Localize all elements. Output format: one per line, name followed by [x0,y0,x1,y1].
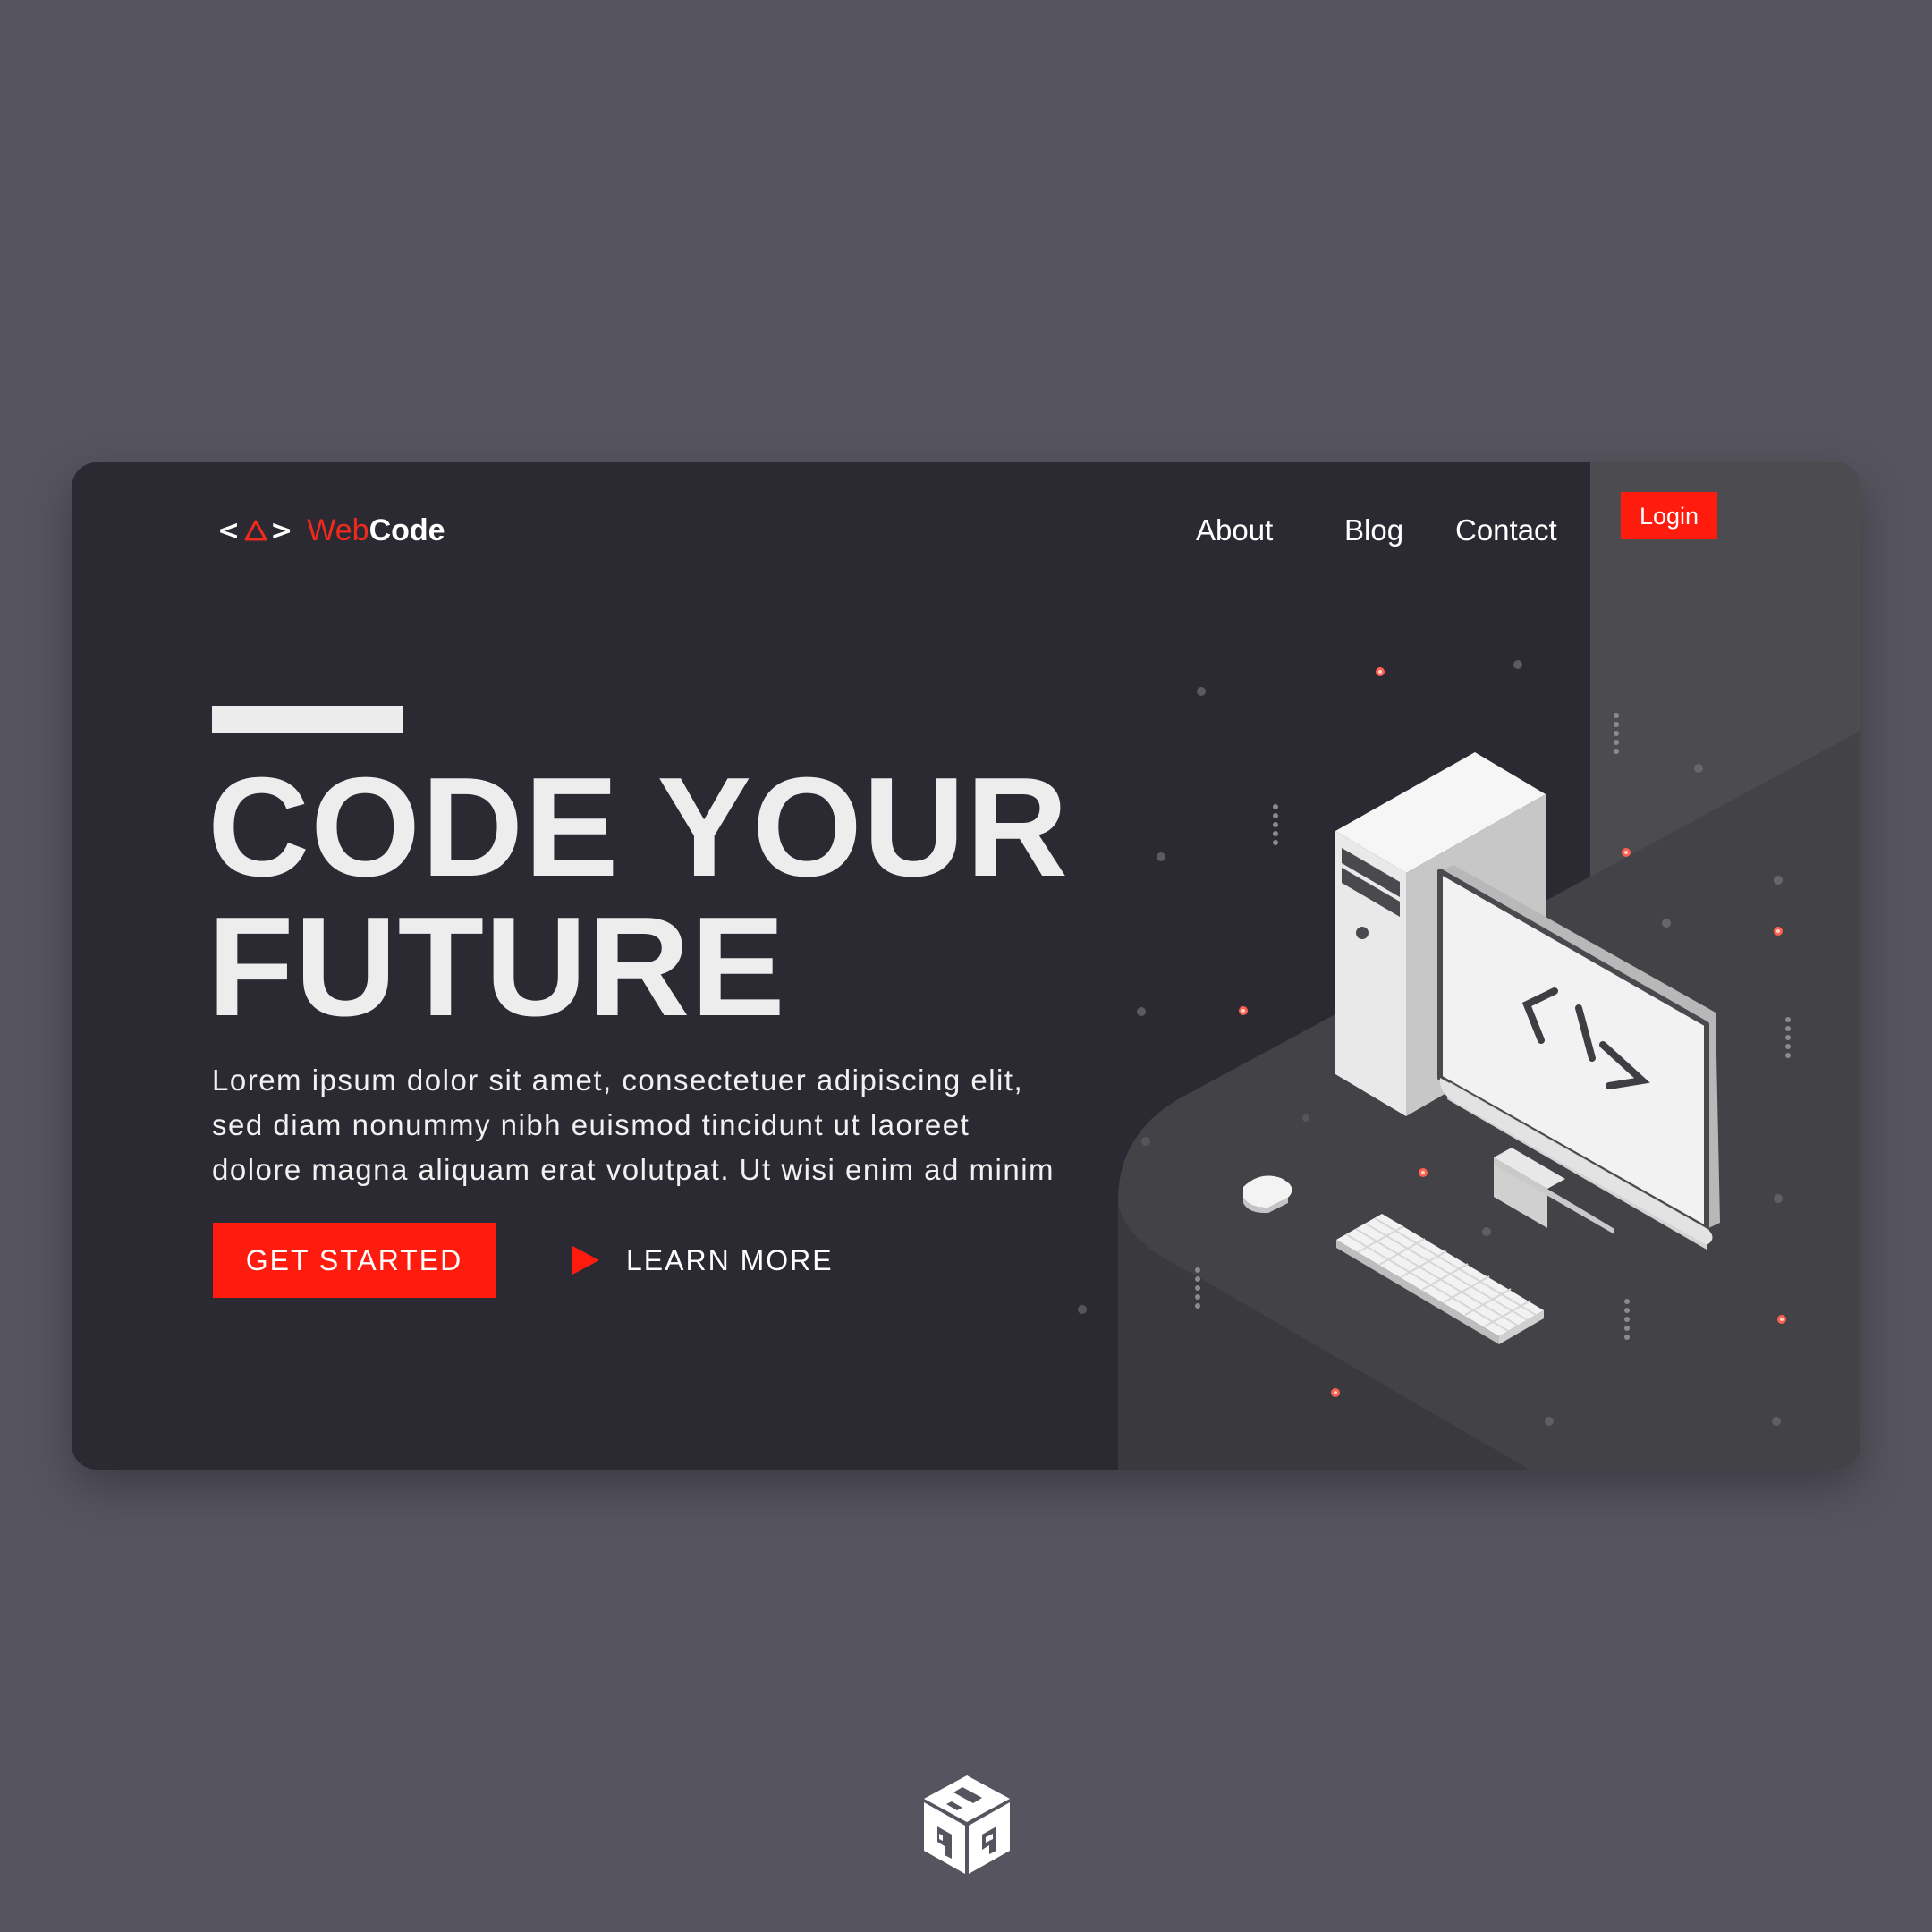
brand-logo[interactable]: < > WebCode [217,496,445,564]
learn-more-label: LEARN MORE [626,1243,834,1276]
description-line-1: Lorem ipsum dolor sit amet, consectetuer… [212,1063,1024,1097]
description-line-3: dolore magna aliquam erat volutpat. Ut w… [212,1153,1055,1186]
play-triangle-icon [572,1246,599,1275]
triangle-icon [244,520,267,541]
description-line-2: sed diam nonummy nibh euismod tincidunt … [212,1108,970,1141]
headline-accent-bar [212,706,403,733]
landing-card: < > WebCode About Blog Contact Login COD… [72,462,1860,1470]
nav-about[interactable]: About [1196,496,1273,564]
nav-blog[interactable]: Blog [1344,496,1403,564]
headline-line-2: FUTURE [208,888,786,1046]
learn-more-link[interactable]: LEARN MORE [571,1223,834,1298]
code-brackets-icon: < > [217,515,294,547]
cube-logo-icon [924,1775,1010,1874]
login-button[interactable]: Login [1621,492,1717,539]
hero-headline: CODE YOUR FUTURE [208,749,1070,1046]
headline-line-1: CODE YOUR [208,749,1070,906]
brand-name: WebCode [307,513,445,548]
nav-contact[interactable]: Contact [1455,496,1557,564]
brand-name-code: Code [369,513,445,547]
brand-name-web: Web [307,513,369,547]
get-started-button[interactable]: GET STARTED [213,1223,496,1298]
hero-description: Lorem ipsum dolor sit amet, consectetuer… [212,1058,1089,1192]
brand-bracket-left: < [217,514,242,547]
brand-bracket-right: > [270,514,295,547]
